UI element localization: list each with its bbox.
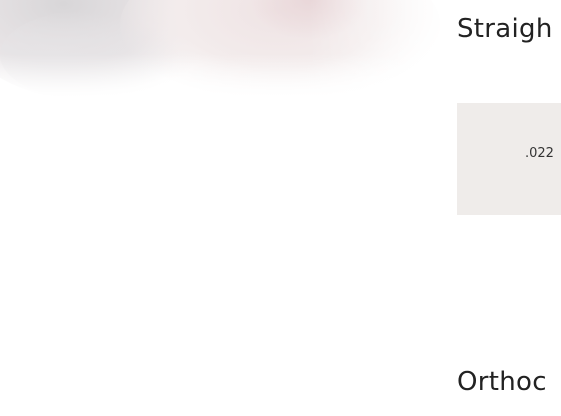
- page: Straigh .022 Orthoc: [0, 0, 561, 416]
- value-label: .022: [525, 146, 554, 161]
- section-heading-straight: Straigh: [457, 14, 553, 44]
- section-heading-ortho: Orthoc: [457, 367, 547, 397]
